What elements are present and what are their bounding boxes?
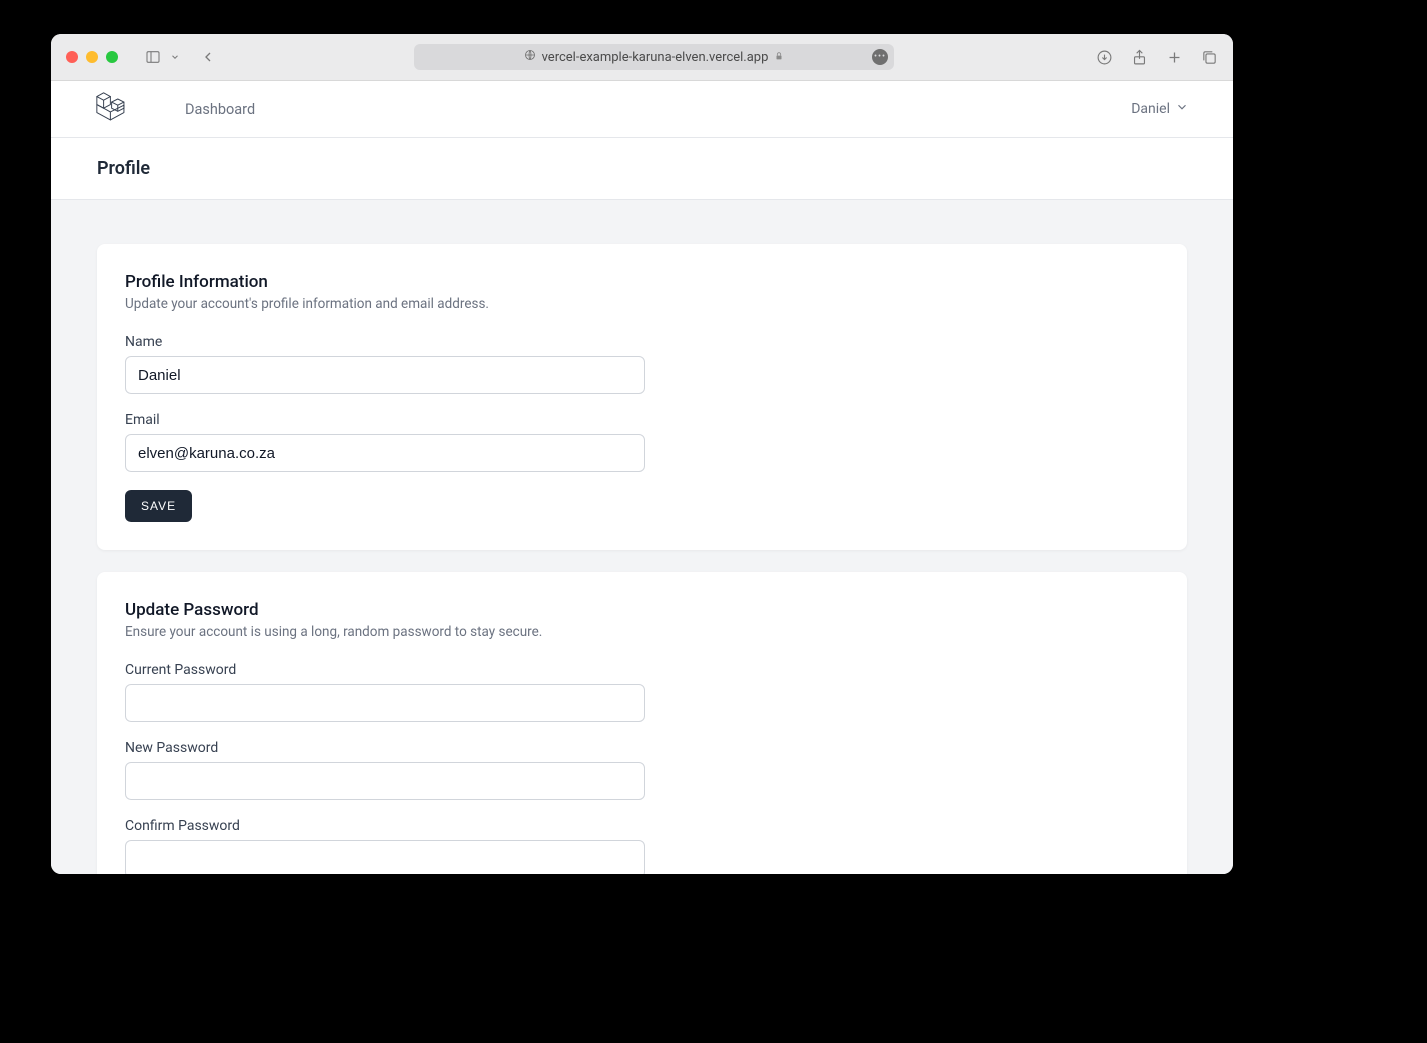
new-password-label: New Password	[125, 740, 645, 756]
name-field-group: Name	[125, 334, 645, 394]
update-password-description: Ensure your account is using a long, ran…	[125, 624, 1159, 640]
globe-icon	[524, 49, 536, 65]
new-password-input[interactable]	[125, 762, 645, 800]
back-button[interactable]	[200, 49, 216, 65]
lock-icon	[774, 50, 784, 65]
user-menu[interactable]: Daniel	[1131, 100, 1189, 118]
current-password-label: Current Password	[125, 662, 645, 678]
sidebar-toggle-icon[interactable]	[144, 49, 162, 65]
close-window-button[interactable]	[66, 51, 78, 63]
save-profile-button[interactable]: Save	[125, 490, 192, 522]
name-label: Name	[125, 334, 645, 350]
profile-info-card: Profile Information Update your account'…	[97, 244, 1187, 550]
downloads-icon[interactable]	[1096, 49, 1113, 66]
email-input[interactable]	[125, 434, 645, 472]
new-tab-icon[interactable]	[1166, 49, 1183, 66]
chevron-down-icon	[1175, 100, 1189, 118]
app-navbar: Dashboard Daniel	[51, 81, 1233, 138]
update-password-card: Update Password Ensure your account is u…	[97, 572, 1187, 874]
minimize-window-button[interactable]	[86, 51, 98, 63]
laravel-logo-icon[interactable]	[95, 91, 127, 127]
page-header: Profile	[51, 138, 1233, 200]
nav-dashboard-link[interactable]: Dashboard	[185, 101, 255, 118]
confirm-password-group: Confirm Password	[125, 818, 645, 874]
browser-right-controls	[1096, 49, 1218, 66]
reader-mode-icon[interactable]: •••	[872, 49, 888, 65]
address-bar[interactable]: vercel-example-karuna-elven.vercel.app •…	[414, 44, 894, 70]
email-label: Email	[125, 412, 645, 428]
maximize-window-button[interactable]	[106, 51, 118, 63]
email-field-group: Email	[125, 412, 645, 472]
share-icon[interactable]	[1131, 49, 1148, 66]
browser-toolbar: vercel-example-karuna-elven.vercel.app •…	[51, 34, 1233, 81]
update-password-heading: Update Password	[125, 600, 1159, 620]
confirm-password-input[interactable]	[125, 840, 645, 874]
name-input[interactable]	[125, 356, 645, 394]
window-controls	[66, 51, 118, 63]
browser-window: vercel-example-karuna-elven.vercel.app •…	[51, 34, 1233, 874]
url-text: vercel-example-karuna-elven.vercel.app	[542, 50, 769, 65]
profile-info-description: Update your account's profile informatio…	[125, 296, 1159, 312]
new-password-group: New Password	[125, 740, 645, 800]
current-password-input[interactable]	[125, 684, 645, 722]
tab-overview-icon[interactable]	[1201, 49, 1218, 66]
page-content: Profile Information Update your account'…	[51, 200, 1233, 874]
chevron-down-icon[interactable]	[170, 52, 180, 62]
user-menu-name: Daniel	[1131, 101, 1170, 117]
page-title: Profile	[97, 158, 1187, 179]
current-password-group: Current Password	[125, 662, 645, 722]
profile-info-heading: Profile Information	[125, 272, 1159, 292]
confirm-password-label: Confirm Password	[125, 818, 645, 834]
